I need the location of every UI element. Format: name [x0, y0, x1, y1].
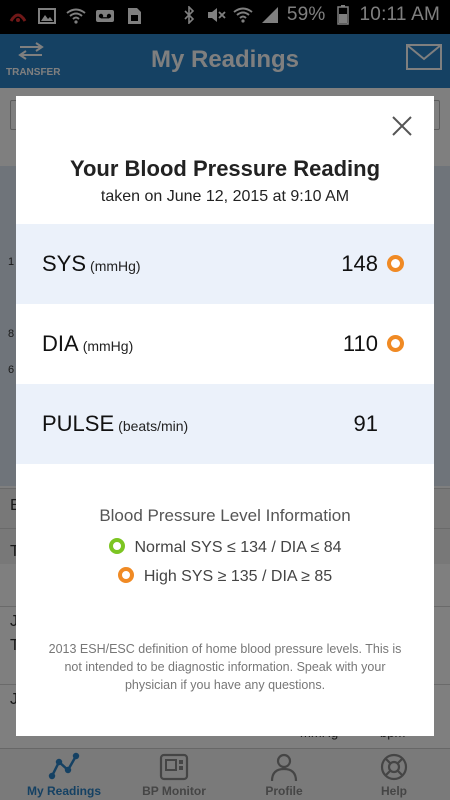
- sys-reading-row: SYS (mmHg) 148: [16, 224, 434, 304]
- reading-label-group: SYS (mmHg): [42, 251, 141, 277]
- high-level-dot-icon: [387, 335, 404, 352]
- reading-label-group: DIA (mmHg): [42, 331, 133, 357]
- reading-unit: (beats/min): [118, 418, 189, 434]
- dialog-title: Your Blood Pressure Reading: [69, 156, 381, 181]
- reading-dialog: Your Blood Pressure Reading taken on Jun…: [16, 96, 434, 736]
- reading-value: 110: [342, 331, 378, 356]
- reading-label: SYS: [42, 251, 87, 276]
- disclaimer-text: 2013 ESH/ESC definition of home blood pr…: [48, 642, 402, 692]
- high-level-dot-icon: [387, 255, 404, 272]
- high-level-dot-icon: [117, 567, 134, 583]
- pulse-reading-row: PULSE (beats/min) 91: [16, 384, 434, 464]
- normal-level-dot-icon: [108, 538, 125, 554]
- reading-unit: (mmHg): [82, 338, 134, 354]
- legend-text: Normal SYS ≤ 134 / DIA ≤ 84: [134, 539, 342, 556]
- legend-high: High SYS ≥ 135 / DIA ≥ 85: [16, 567, 434, 586]
- close-icon: [392, 116, 412, 136]
- dia-reading-row: DIA (mmHg) 110: [16, 304, 434, 384]
- reading-label: PULSE: [42, 411, 115, 436]
- reading-label: DIA: [42, 331, 79, 356]
- reading-value: 91: [353, 411, 378, 436]
- legend-text: High SYS ≥ 135 / DIA ≥ 85: [143, 568, 333, 585]
- reading-value: 148: [341, 251, 378, 276]
- level-info-heading: Blood Pressure Level Information: [99, 506, 351, 525]
- reading-label-group: PULSE (beats/min): [42, 411, 188, 437]
- dialog-subtitle: taken on June 12, 2015 at 9:10 AM: [100, 188, 350, 205]
- reading-unit: (mmHg): [90, 258, 141, 274]
- close-button[interactable]: [390, 114, 414, 138]
- legend-normal: Normal SYS ≤ 134 / DIA ≤ 84: [16, 538, 434, 557]
